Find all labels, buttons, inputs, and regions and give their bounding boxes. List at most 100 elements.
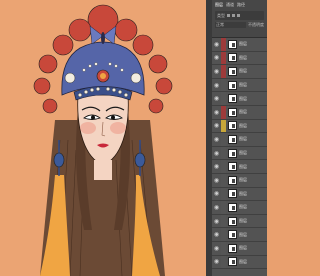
layer-color-tag [221,38,226,51]
visibility-eye-icon[interactable]: ◉ [212,52,221,65]
layer-color-tag [221,187,226,201]
layer-filter-bar[interactable]: 类型 [215,11,264,20]
layer-row[interactable]: ◉ 图层 [212,173,267,188]
visibility-eye-icon[interactable]: ◉ [212,188,221,201]
layer-color-tag [221,241,226,255]
layer-color-tag [221,201,226,214]
layer-row[interactable]: ◉ 图层 [212,65,267,79]
layer-color-tag [221,160,226,173]
layer-name: 图层 [239,54,247,60]
layer-color-tag [221,119,226,133]
layer-thumbnail [228,216,237,226]
layer-row[interactable]: ◉ 图层 [212,133,267,147]
layer-name: 图层 [239,218,247,224]
layer-row[interactable]: ◉ 图层 [212,241,267,256]
filter-type-icon[interactable] [237,14,240,17]
layer-name: 图层 [239,190,247,196]
layer-thumbnail [228,202,237,212]
layer-color-tag [221,133,226,146]
opera-character-illustration [33,4,173,276]
layer-name: 图层 [239,163,247,169]
panel-tabs: 图层 通道 路径 [212,0,267,10]
layer-row[interactable]: ◉ 图层 [212,119,267,134]
layer-name: 图层 [239,177,247,183]
layer-row[interactable]: ◉ 图层 [212,38,267,52]
layers-panel-header: 图层 通道 路径 类型 正常 不透明度 [212,0,267,38]
layer-row[interactable]: ◉ 图层 [212,214,267,229]
layer-row[interactable]: ◉ 图层 [212,201,267,215]
layer-thumbnail [228,162,237,172]
layer-list: ◉ 图层 ◉ 图层 ◉ 图层 ◉ 图层 ◉ 图层 ◉ 图层 ◉ 图层 ◉ 图层 ◉ 图层 ◉ 图层 ◉ 图层 ◉ 图层 ◉ 图层 ◉… [212,38,267,270]
layer-color-tag [221,214,226,228]
visibility-eye-icon[interactable]: ◉ [212,160,221,173]
layer-thumbnail [228,121,237,131]
layer-name: 图层 [239,150,247,156]
layer-row[interactable]: ◉ 图层 [212,78,267,93]
visibility-eye-icon[interactable]: ◉ [212,256,221,269]
layer-thumbnail [228,94,237,104]
layer-thumbnail [228,134,237,144]
visibility-eye-icon[interactable]: ◉ [212,201,221,214]
filter-pixel-icon[interactable] [227,14,230,17]
tab-channels[interactable]: 通道 [226,2,234,8]
layer-thumbnail [228,39,237,49]
blend-row: 正常 不透明度 [215,21,264,29]
layer-row[interactable]: ◉ 图层 [212,92,267,106]
layer-thumbnail [228,53,237,63]
layer-name: 图层 [239,82,247,88]
layer-row[interactable]: ◉ 图层 [212,160,267,174]
layer-name: 图层 [239,109,247,115]
layer-thumbnail [228,80,237,90]
document-canvas[interactable] [0,0,206,276]
blend-mode-select[interactable]: 正常 [215,22,246,28]
layer-row[interactable]: ◉ 图层 [212,146,267,161]
filter-adjustment-icon[interactable] [232,14,235,17]
layer-thumbnail [228,107,237,117]
visibility-eye-icon[interactable]: ◉ [212,38,221,51]
tab-paths[interactable]: 路径 [237,2,245,8]
layer-name: 图层 [239,231,247,237]
layer-thumbnail [228,175,237,185]
layer-name: 图层 [239,245,247,251]
layer-row[interactable]: ◉ 图层 [212,105,267,120]
visibility-eye-icon[interactable]: ◉ [212,106,221,119]
layer-name: 图层 [239,204,247,210]
layer-color-tag [221,228,226,241]
layer-color-tag [221,105,226,119]
layer-name: 图层 [239,136,247,142]
layer-name: 图层 [239,41,247,47]
visibility-eye-icon[interactable]: ◉ [212,215,221,228]
visibility-eye-icon[interactable]: ◉ [212,228,221,241]
layer-row[interactable]: ◉ 图层 [212,255,267,270]
layer-name: 图层 [239,68,247,74]
layer-thumbnail [228,189,237,199]
layer-thumbnail [228,230,237,240]
layer-thumbnail [228,66,237,76]
tab-layers[interactable]: 图层 [215,2,223,8]
layer-row[interactable]: ◉ 图层 [212,228,267,242]
filter-kind-select[interactable]: 类型 [217,13,225,19]
visibility-eye-icon[interactable]: ◉ [212,92,221,105]
layer-row[interactable]: ◉ 图层 [212,187,267,202]
layer-color-tag [221,78,226,92]
layer-color-tag [221,51,226,65]
visibility-eye-icon[interactable]: ◉ [212,147,221,160]
layer-color-tag [221,255,226,269]
layer-thumbnail [228,148,237,158]
layer-color-tag [221,173,226,187]
visibility-eye-icon[interactable]: ◉ [212,242,221,255]
layers-panel: 图层 通道 路径 类型 正常 不透明度 ◉ 图层 ◉ 图层 ◉ 图层 ◉ 图层 ◉ 图层 ◉ 图层 ◉ 图… [212,0,267,276]
layer-color-tag [221,65,226,78]
layer-thumbnail [228,243,237,253]
layer-color-tag [221,92,226,105]
layer-color-tag [221,146,226,160]
layer-name: 图层 [239,122,247,128]
visibility-eye-icon[interactable]: ◉ [212,65,221,78]
visibility-eye-icon[interactable]: ◉ [212,120,221,133]
opacity-label: 不透明度 [248,22,264,27]
layer-row[interactable]: ◉ 图层 [212,51,267,66]
visibility-eye-icon[interactable]: ◉ [212,79,221,92]
visibility-eye-icon[interactable]: ◉ [212,133,221,146]
visibility-eye-icon[interactable]: ◉ [212,174,221,187]
layer-name: 图层 [239,95,247,101]
